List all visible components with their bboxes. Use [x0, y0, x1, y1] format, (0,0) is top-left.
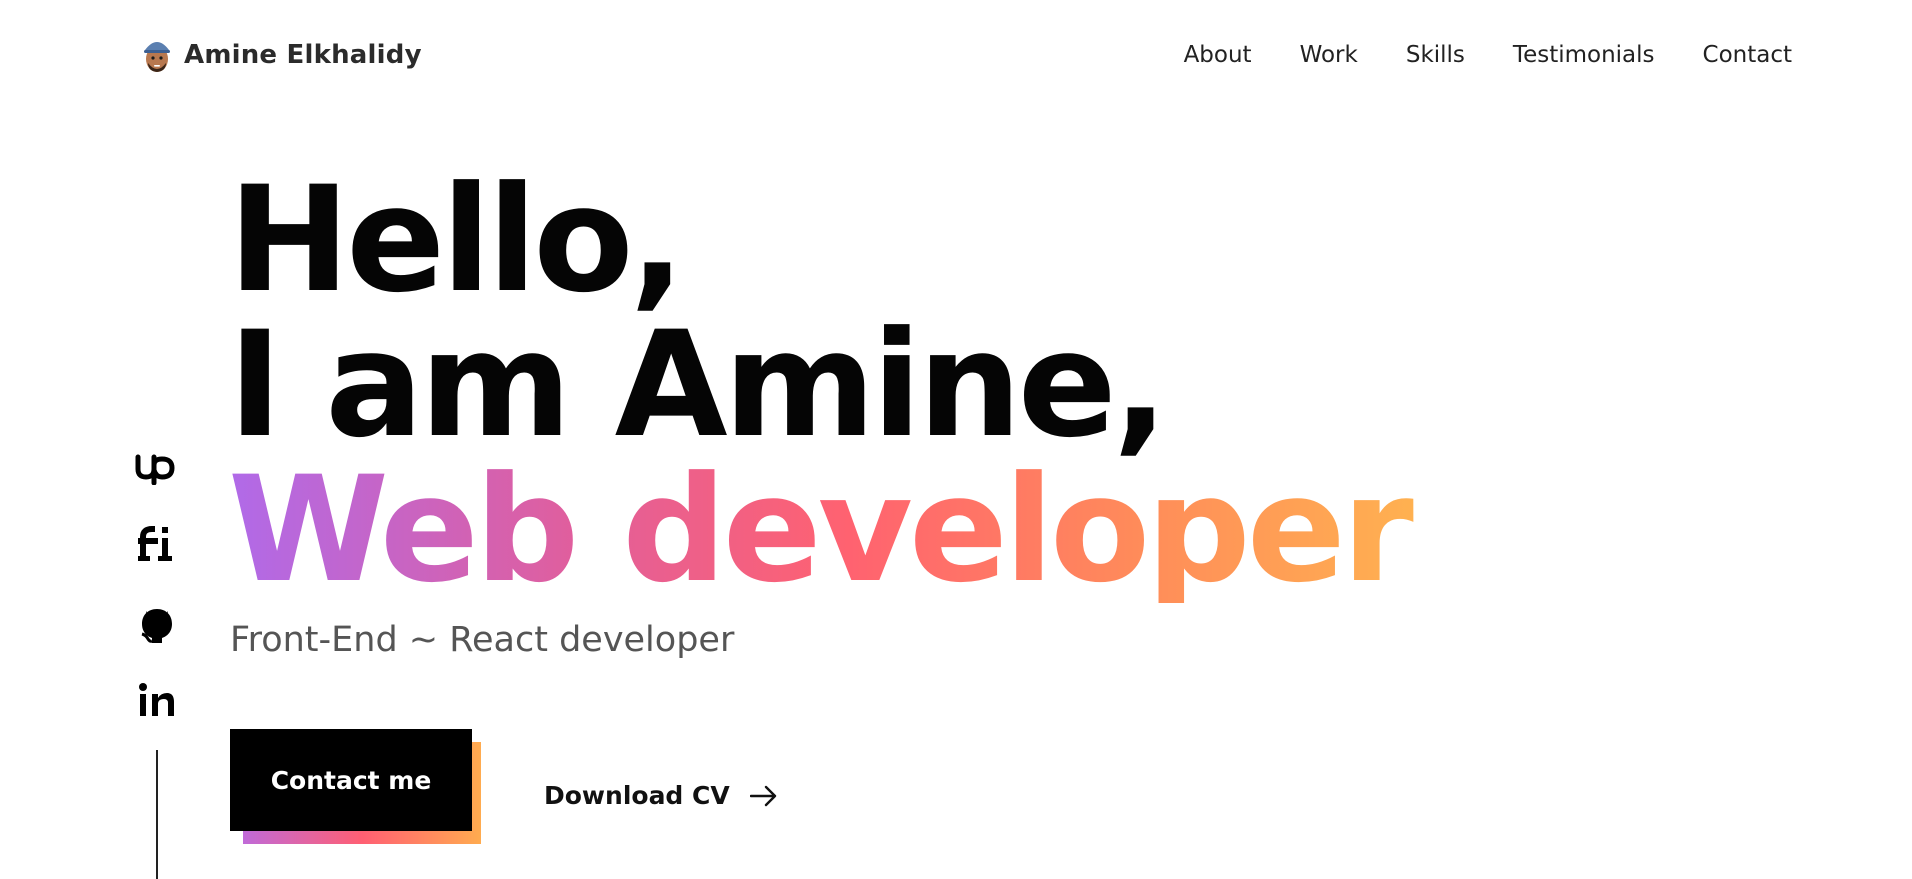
- github-link[interactable]: [132, 606, 182, 646]
- brand-name: Amine Elkhalidy: [184, 40, 422, 70]
- hero-line-role: Web developer: [228, 457, 1422, 603]
- nav-link-skills[interactable]: Skills: [1406, 42, 1465, 68]
- hero-subtitle: Front-End ~ React developer: [230, 620, 735, 660]
- hero-line-greeting: Hello,: [228, 155, 685, 325]
- social-divider-line: [156, 750, 158, 879]
- github-icon: [141, 609, 172, 643]
- nav-link-work[interactable]: Work: [1300, 42, 1358, 68]
- fiverr-icon: [138, 526, 172, 561]
- contact-button-wrapper: Contact me: [230, 729, 482, 844]
- nav-link-testimonials[interactable]: Testimonials: [1513, 42, 1655, 68]
- main-nav: About Work Skills Testimonials Contact: [1184, 42, 1792, 68]
- linkedin-link[interactable]: [132, 680, 182, 720]
- nav-link-contact[interactable]: Contact: [1703, 42, 1792, 68]
- contact-me-button[interactable]: Contact me: [230, 729, 472, 831]
- nav-link-about[interactable]: About: [1184, 42, 1252, 68]
- upwork-link[interactable]: [132, 448, 182, 488]
- memoji-avatar-icon: [144, 42, 170, 72]
- hero-heading: Hello, I am Amine, Web developer: [228, 155, 1422, 603]
- download-cv-link[interactable]: Download CV: [544, 781, 778, 810]
- upwork-icon: [135, 454, 175, 485]
- brand-link[interactable]: Amine Elkhalidy: [140, 33, 422, 77]
- linkedin-icon: [139, 683, 174, 716]
- download-cv-label: Download CV: [544, 781, 730, 810]
- hero-line-name: I am Amine,: [228, 300, 1168, 470]
- portfolio-page: Amine Elkhalidy About Work Skills Testim…: [0, 0, 1912, 879]
- fiverr-link[interactable]: [132, 524, 182, 564]
- arrow-right-icon: [749, 785, 776, 806]
